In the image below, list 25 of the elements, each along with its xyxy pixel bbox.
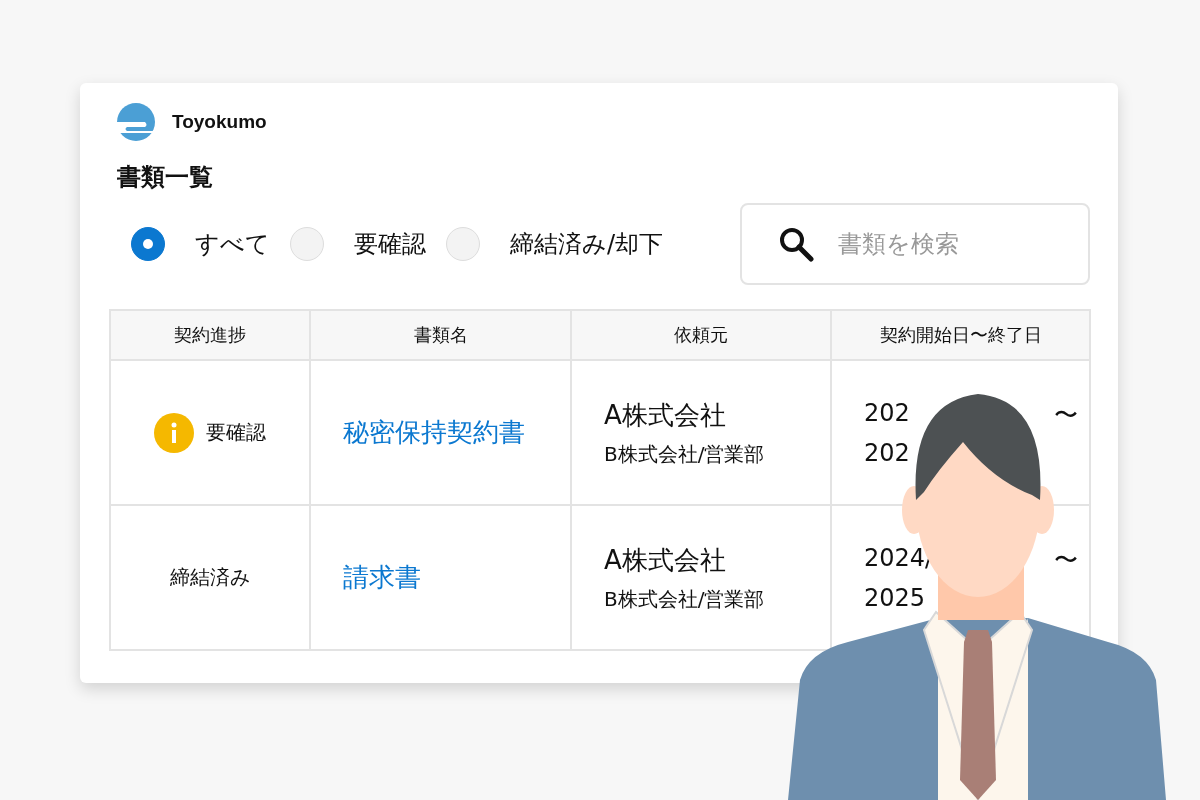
requester-text: A株式会社 <box>604 543 726 577</box>
status-text: 要確認 <box>206 419 266 446</box>
filter-radio[interactable]: 要確認 <box>290 227 426 261</box>
filter-radio[interactable]: すべて <box>131 227 270 261</box>
status-text: 締結済み <box>170 564 250 591</box>
date-text: 202 <box>864 438 910 467</box>
requester-text: A株式会社 <box>604 398 726 432</box>
department-text: B株式会社/営業部 <box>604 585 765 613</box>
date-text: 202 <box>864 398 910 429</box>
tilde-text: 〜 <box>1054 544 1078 576</box>
column-header: 依頼元 <box>572 311 832 359</box>
date-text: 2025 <box>864 583 926 612</box>
logo-icon <box>117 103 155 141</box>
document-link[interactable]: 請求書 <box>343 560 421 595</box>
column-header: 契約進捗 <box>111 311 311 359</box>
document-link[interactable]: 秘密保持契約書 <box>343 415 525 450</box>
column-header: 契約開始日〜終了日 <box>832 311 1089 359</box>
department-text: B株式会社/営業部 <box>604 440 765 468</box>
search-field[interactable]: 書類を検索 <box>740 203 1090 285</box>
page-title: 書類一覧 <box>117 162 214 193</box>
brand-name: Toyokumo <box>172 111 267 133</box>
column-header: 書類名 <box>311 311 572 359</box>
info-icon <box>154 412 194 453</box>
tilde-text: 〜 <box>1054 399 1078 431</box>
filter-radio[interactable]: 締結済み/却下 <box>446 227 664 261</box>
